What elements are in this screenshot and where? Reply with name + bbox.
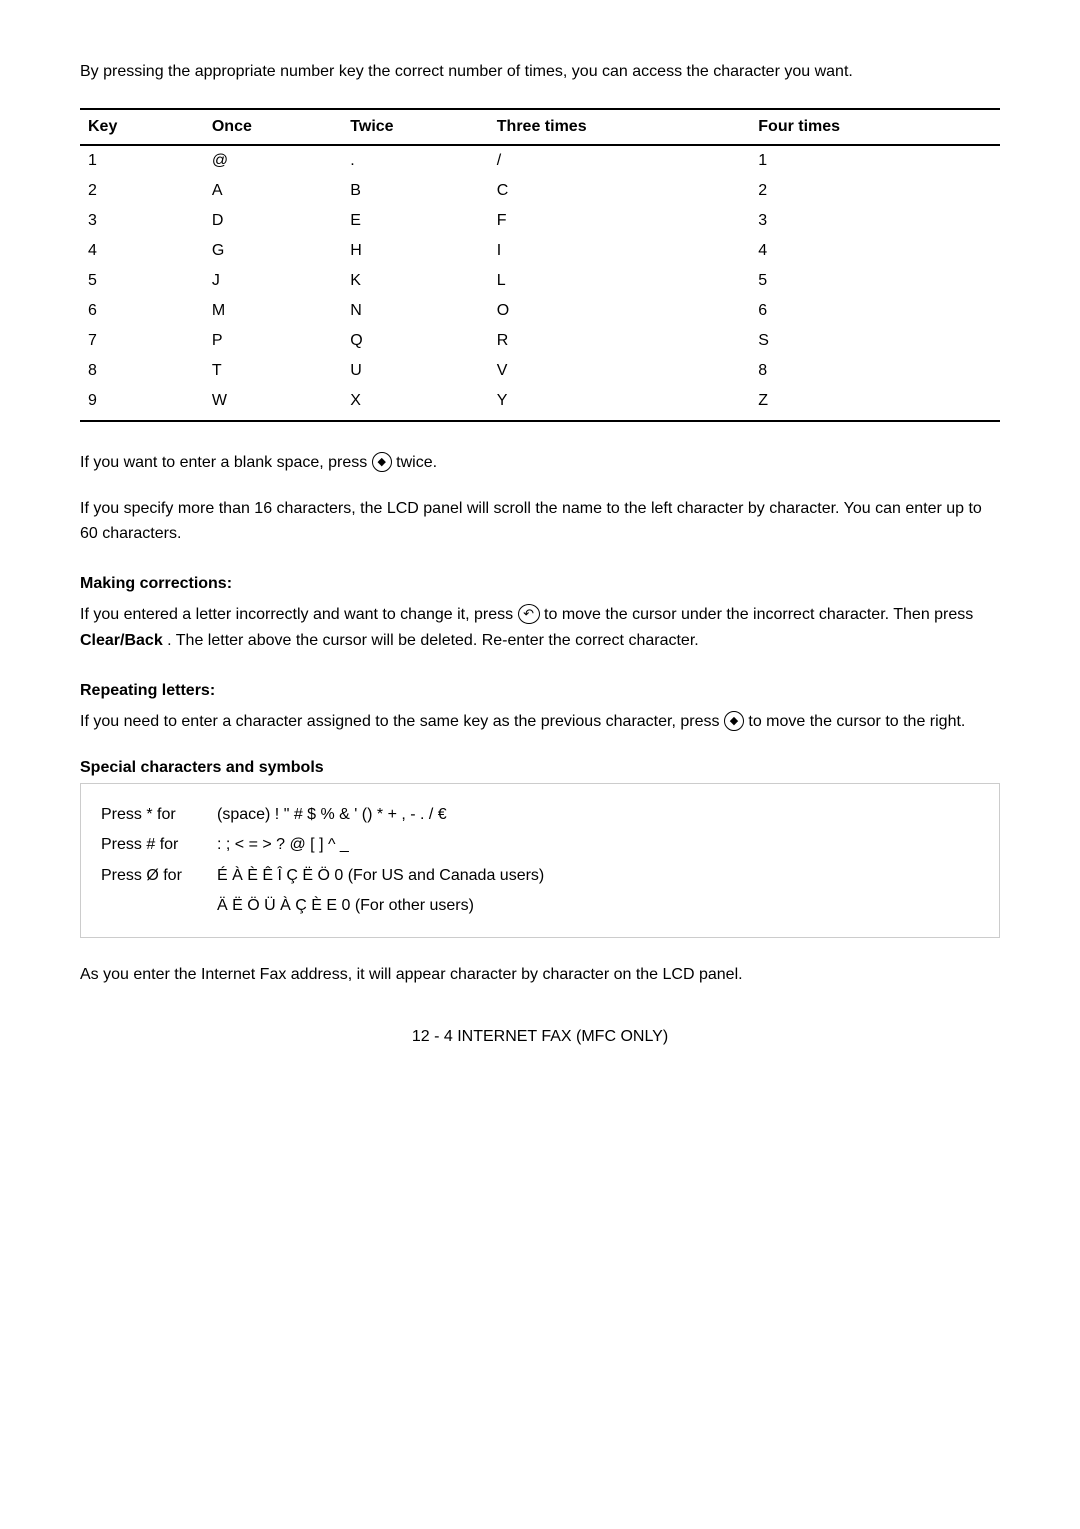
special-char-value-3: Ä Ë Ö Ü À Ç È E 0 (For other users) [217,891,474,921]
table-cell-5-0: 6 [80,296,212,326]
table-cell-2-3: F [497,206,759,236]
table-cell-7-4: 8 [758,356,1000,386]
table-cell-4-1: J [212,266,350,296]
table-cell-0-3: / [497,145,759,176]
table-cell-7-2: U [350,356,497,386]
table-cell-3-2: H [350,236,497,266]
table-row: 2ABC2 [80,176,1000,206]
table-cell-2-4: 3 [758,206,1000,236]
special-char-label-2: Press Ø for [101,861,201,891]
table-row: 7PQRS [80,326,1000,356]
table-cell-8-3: Y [497,386,759,421]
scroll-note: If you specify more than 16 characters, … [80,496,1000,547]
page-number: 12 - 4 INTERNET FAX (MFC ONLY) [80,1028,1000,1046]
table-cell-5-4: 6 [758,296,1000,326]
special-char-row-0: Press * for (space) ! " # $ % & ' () * + … [101,800,979,830]
table-cell-8-0: 9 [80,386,212,421]
special-chars-section: Special characters and symbols Press * f… [80,759,1000,939]
making-corrections-to: to move the cursor under the incorrect c… [544,606,973,623]
special-chars-block: Press * for (space) ! " # $ % & ' () * + … [80,783,1000,939]
table-cell-7-0: 8 [80,356,212,386]
internet-fax-note: As you enter the Internet Fax address, i… [80,962,1000,988]
special-char-label-0: Press * for [101,800,201,830]
table-cell-6-0: 7 [80,326,212,356]
table-cell-6-1: P [212,326,350,356]
table-cell-3-3: I [497,236,759,266]
special-char-value-2: É À È Ê Î Ç Ë Ö 0 (For US and Canada use… [217,861,544,891]
col-header-once: Once [212,109,350,145]
making-corrections-body: If you entered a letter incorrectly and … [80,602,1000,653]
table-cell-3-4: 4 [758,236,1000,266]
intro-paragraph: By pressing the appropriate number key t… [80,60,1000,84]
table-cell-6-4: S [758,326,1000,356]
table-cell-3-0: 4 [80,236,212,266]
table-cell-2-2: E [350,206,497,236]
table-row: 5JKL5 [80,266,1000,296]
table-cell-6-3: R [497,326,759,356]
table-cell-1-0: 2 [80,176,212,206]
making-corrections-end: . The letter above the cursor will be de… [167,632,699,649]
repeating-letters-section: Repeating letters: If you need to enter … [80,678,1000,735]
making-corrections-text-before: If you entered a letter incorrectly and … [80,606,518,623]
blank-space-text-after: twice. [396,454,437,471]
table-cell-1-2: B [350,176,497,206]
table-cell-8-1: W [212,386,350,421]
repeating-letters-heading: Repeating letters: [80,678,1000,704]
table-cell-6-2: Q [350,326,497,356]
special-char-row-2: Press Ø for É À È Ê Î Ç Ë Ö 0 (For US and… [101,861,979,891]
blank-space-text-before: If you want to enter a blank space, pres… [80,454,372,471]
repeating-letters-text-after: to move the cursor to the right. [748,713,965,730]
table-cell-1-4: 2 [758,176,1000,206]
table-row: 1@./1 [80,145,1000,176]
table-cell-4-3: L [497,266,759,296]
special-char-row-3: Ä Ë Ö Ü À Ç È E 0 (For other users) [101,891,979,921]
table-cell-7-3: V [497,356,759,386]
special-char-row-1: Press # for : ; < = > ? @ [ ] ^ _ [101,830,979,860]
col-header-three: Three times [497,109,759,145]
repeating-letters-text-before: If you need to enter a character assigne… [80,713,724,730]
table-cell-0-1: @ [212,145,350,176]
col-header-key: Key [80,109,212,145]
special-char-value-1: : ; < = > ? @ [ ] ^ _ [217,830,349,860]
table-cell-4-0: 5 [80,266,212,296]
table-cell-5-3: O [497,296,759,326]
back-arrow-icon: ↶ [518,604,540,624]
character-table: Key Once Twice Three times Four times 1@… [80,108,1000,422]
right-cursor-icon: ◆ [724,711,744,731]
table-cell-1-3: C [497,176,759,206]
table-cell-8-2: X [350,386,497,421]
clear-back-bold: Clear/Back [80,632,163,649]
table-cell-4-2: K [350,266,497,296]
table-cell-5-1: M [212,296,350,326]
table-row: 4GHI4 [80,236,1000,266]
table-row: 6MNO6 [80,296,1000,326]
table-cell-2-1: D [212,206,350,236]
blank-space-note: If you want to enter a blank space, pres… [80,450,1000,476]
col-header-twice: Twice [350,109,497,145]
table-row: 3DEF3 [80,206,1000,236]
table-cell-0-0: 1 [80,145,212,176]
making-corrections-heading: Making corrections: [80,571,1000,597]
table-row: 8TUV8 [80,356,1000,386]
table-cell-0-2: . [350,145,497,176]
repeating-letters-body: If you need to enter a character assigne… [80,709,1000,735]
table-cell-5-2: N [350,296,497,326]
special-chars-heading: Special characters and symbols [80,759,1000,777]
table-cell-0-4: 1 [758,145,1000,176]
table-cell-8-4: Z [758,386,1000,421]
table-cell-1-1: A [212,176,350,206]
table-cell-3-1: G [212,236,350,266]
table-row: 9WXYZ [80,386,1000,421]
making-corrections-section: Making corrections: If you entered a let… [80,571,1000,654]
col-header-four: Four times [758,109,1000,145]
table-cell-2-0: 3 [80,206,212,236]
table-cell-4-4: 5 [758,266,1000,296]
special-char-value-0: (space) ! " # $ % & ' () * + , - . / € [217,800,447,830]
special-char-label-1: Press # for [101,830,201,860]
table-cell-7-1: T [212,356,350,386]
space-icon: ◆ [372,452,392,472]
